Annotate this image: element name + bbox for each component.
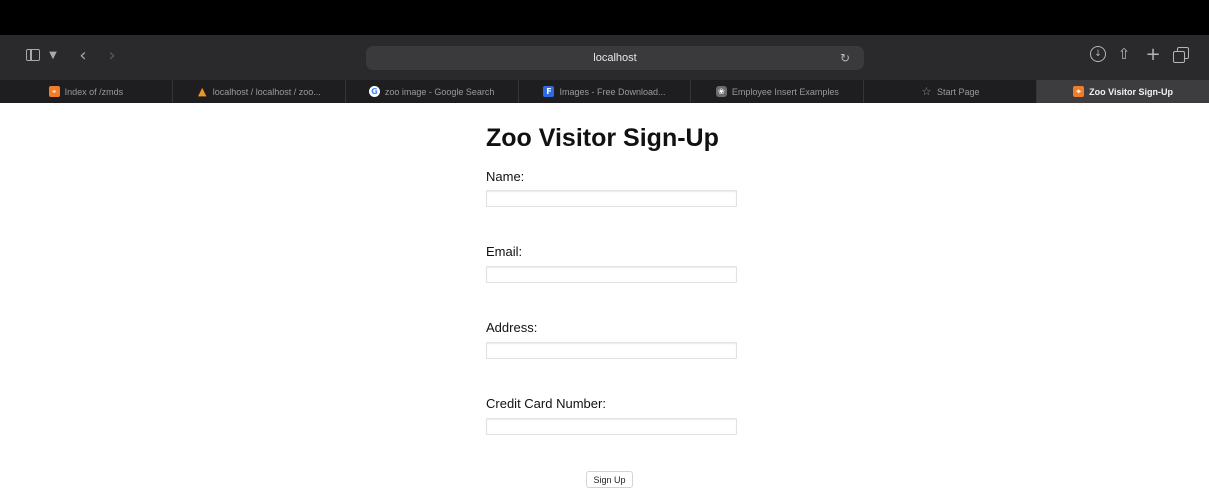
freepik-icon: F xyxy=(543,86,555,97)
tab-label: Images - Free Download... xyxy=(559,86,666,97)
reload-icon[interactable]: ↻ xyxy=(836,49,854,67)
address-label: Address: xyxy=(486,320,538,335)
address-text: localhost xyxy=(593,52,637,64)
back-arrow-icon[interactable]: ‹ xyxy=(74,44,92,66)
address-input[interactable] xyxy=(486,342,737,359)
xampp-icon: ⌖ xyxy=(48,86,60,97)
address-bar[interactable]: localhost ↻ xyxy=(366,46,864,70)
sign-up-button[interactable]: Sign Up xyxy=(586,471,633,488)
email-label: Email: xyxy=(486,244,523,259)
tab-images-free-download[interactable]: F Images - Free Download... xyxy=(519,80,692,103)
phpmyadmin-icon: ▲ xyxy=(198,85,207,98)
tab-label: Employee Insert Examples xyxy=(731,86,839,97)
download-icon[interactable]: ↓ xyxy=(1090,46,1106,62)
tab-bar: ⌖ Index of /zmds ▲ localhost / localhost… xyxy=(0,80,1209,103)
tab-label: Index of /zmds xyxy=(64,86,124,97)
browser-toolbar: ▼ ‹ › localhost ↻ ↓ ⇧ + xyxy=(0,35,1209,80)
tab-start-page[interactable]: ☆ Start Page xyxy=(864,80,1038,103)
credit-card-label: Credit Card Number: xyxy=(486,396,606,411)
sidebar-toggle-icon[interactable] xyxy=(26,49,40,61)
email-input[interactable] xyxy=(486,266,737,283)
tab-google-search[interactable]: G zoo image - Google Search xyxy=(346,80,519,103)
page-content: Zoo Visitor Sign-Up Name: Email: Address… xyxy=(0,103,1209,489)
tab-label: Start Page xyxy=(936,86,980,97)
tab-index-of-zmds[interactable]: ⌖ Index of /zmds xyxy=(0,80,173,103)
tab-label: Zoo Visitor Sign-Up xyxy=(1089,86,1173,97)
page-title: Zoo Visitor Sign-Up xyxy=(486,124,719,152)
tab-label: zoo image - Google Search xyxy=(384,86,495,97)
window-titlebar xyxy=(0,0,1209,35)
forward-arrow-icon[interactable]: › xyxy=(103,44,121,66)
google-icon: G xyxy=(368,86,380,97)
tab-zoo-visitor-signup[interactable]: ⌖ Zoo Visitor Sign-Up xyxy=(1037,80,1209,103)
credit-card-input[interactable] xyxy=(486,418,737,435)
share-icon[interactable]: ⇧ xyxy=(1116,43,1132,65)
star-icon: ☆ xyxy=(921,85,932,98)
xampp-icon: ⌖ xyxy=(1073,86,1085,97)
chevron-down-icon[interactable]: ▼ xyxy=(47,46,59,64)
tab-phpmyadmin[interactable]: ▲ localhost / localhost / zoo... xyxy=(173,80,346,103)
openai-icon: ❀ xyxy=(715,86,727,97)
new-tab-plus-icon[interactable]: + xyxy=(1145,43,1161,65)
tab-label: localhost / localhost / zoo... xyxy=(212,86,321,97)
name-label: Name: xyxy=(486,169,525,184)
name-input[interactable] xyxy=(486,190,737,207)
tab-overview-icon[interactable] xyxy=(1173,47,1189,63)
tab-employee-insert[interactable]: ❀ Employee Insert Examples xyxy=(691,80,865,103)
